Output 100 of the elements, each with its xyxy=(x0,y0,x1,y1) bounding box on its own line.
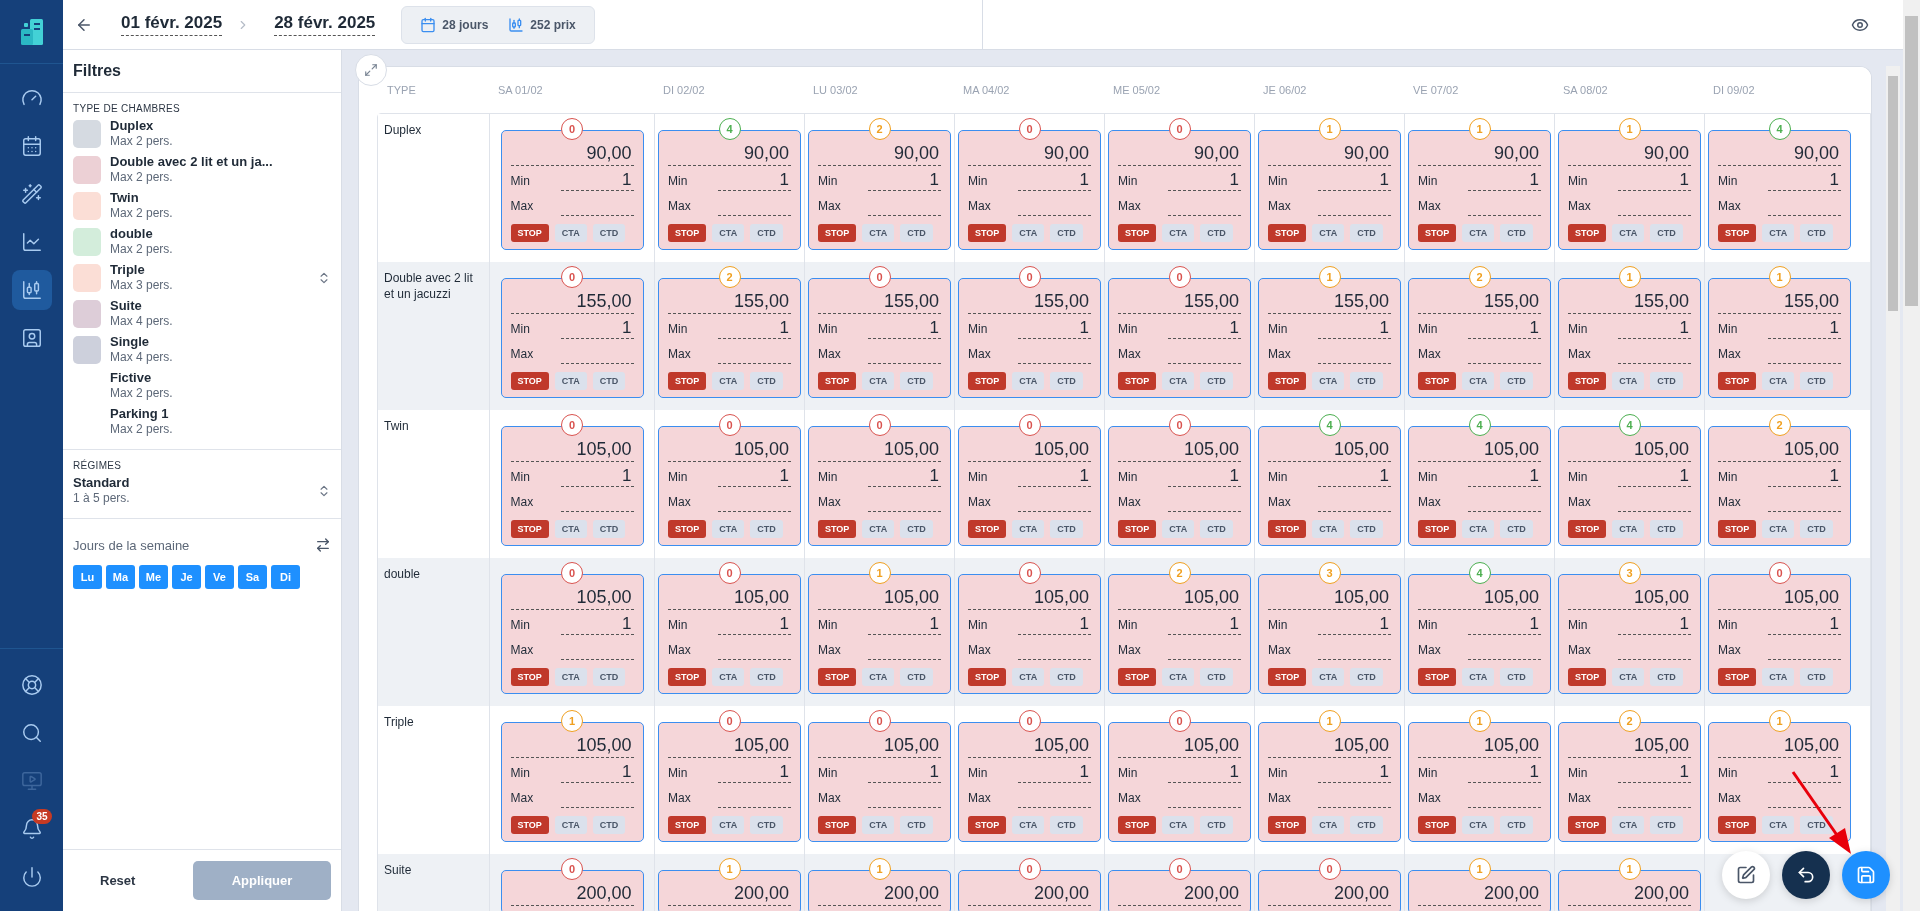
price-field[interactable]: 90,00 xyxy=(1118,143,1241,166)
price-field[interactable]: 105,00 xyxy=(1118,439,1241,462)
restriction-toggle[interactable]: CTA xyxy=(1012,668,1045,686)
restriction-toggle[interactable]: CTA xyxy=(1762,816,1795,834)
price-field[interactable]: 155,00 xyxy=(1268,291,1391,314)
price-field[interactable]: 105,00 xyxy=(1268,587,1391,610)
min-stay-field[interactable]: 1 xyxy=(1468,170,1541,191)
restriction-toggle[interactable]: CTD xyxy=(1050,816,1083,834)
regime-name[interactable]: Standard xyxy=(73,475,130,491)
min-stay-field[interactable]: 1 xyxy=(1468,614,1541,635)
min-stay-field[interactable]: 1 xyxy=(1468,466,1541,487)
restriction-toggle[interactable]: CTD xyxy=(1650,668,1683,686)
min-stay-field[interactable]: 1 xyxy=(718,614,791,635)
min-stay-field[interactable]: 1 xyxy=(1168,466,1241,487)
min-stay-field[interactable]: 1 xyxy=(1618,762,1691,783)
price-field[interactable]: 200,00 xyxy=(1118,883,1241,906)
restriction-toggle[interactable]: CTD xyxy=(1350,520,1383,538)
price-field[interactable]: 105,00 xyxy=(1268,439,1391,462)
restriction-toggle[interactable]: STOP xyxy=(1268,816,1307,834)
min-stay-field[interactable]: 1 xyxy=(1468,762,1541,783)
price-field[interactable]: 105,00 xyxy=(1118,587,1241,610)
restriction-toggle[interactable]: CTD xyxy=(1200,372,1233,390)
restriction-toggle[interactable]: CTA xyxy=(554,224,587,242)
price-field[interactable]: 90,00 xyxy=(1418,143,1541,166)
price-field[interactable]: 105,00 xyxy=(1718,587,1841,610)
min-stay-field[interactable]: 1 xyxy=(1318,170,1391,191)
price-field[interactable]: 90,00 xyxy=(968,143,1091,166)
restriction-toggle[interactable]: CTA xyxy=(554,668,587,686)
min-stay-field[interactable]: 1 xyxy=(1168,318,1241,339)
price-field[interactable]: 105,00 xyxy=(510,735,634,758)
restriction-toggle[interactable]: CTA xyxy=(862,816,895,834)
min-stay-field[interactable]: 1 xyxy=(718,466,791,487)
restriction-toggle[interactable]: CTD xyxy=(1050,224,1083,242)
price-field[interactable]: 105,00 xyxy=(1418,587,1541,610)
min-stay-field[interactable]: 1 xyxy=(560,466,634,487)
min-stay-field[interactable]: 1 xyxy=(718,318,791,339)
expand-button[interactable] xyxy=(355,54,387,86)
restriction-toggle[interactable]: CTD xyxy=(1650,816,1683,834)
price-field[interactable]: 155,00 xyxy=(818,291,941,314)
room-type-name[interactable]: Parking 1 xyxy=(110,406,173,422)
min-stay-field[interactable]: 1 xyxy=(1168,170,1241,191)
restriction-toggle[interactable]: STOP xyxy=(1268,224,1307,242)
restriction-toggle[interactable]: STOP xyxy=(1568,372,1607,390)
restriction-toggle[interactable]: CTD xyxy=(1800,224,1833,242)
restriction-toggle[interactable]: CTD xyxy=(1500,520,1533,538)
restriction-toggle[interactable]: CTA xyxy=(554,520,587,538)
restriction-toggle[interactable]: STOP xyxy=(1418,520,1457,538)
price-field[interactable]: 105,00 xyxy=(968,439,1091,462)
min-stay-field[interactable]: 1 xyxy=(1768,466,1841,487)
min-stay-field[interactable]: 1 xyxy=(868,318,941,339)
room-type-name[interactable]: Triple xyxy=(110,262,173,278)
restriction-toggle[interactable]: STOP xyxy=(510,520,549,538)
price-field[interactable]: 155,00 xyxy=(1418,291,1541,314)
restriction-toggle[interactable]: STOP xyxy=(668,668,707,686)
restriction-toggle[interactable]: CTD xyxy=(1050,520,1083,538)
min-stay-field[interactable]: 1 xyxy=(560,762,634,783)
restriction-toggle[interactable]: CTD xyxy=(1350,668,1383,686)
restriction-toggle[interactable]: STOP xyxy=(510,668,549,686)
restriction-toggle[interactable]: STOP xyxy=(1268,668,1307,686)
restriction-toggle[interactable]: STOP xyxy=(968,668,1007,686)
min-stay-field[interactable]: 1 xyxy=(1318,762,1391,783)
restriction-toggle[interactable]: CTA xyxy=(1162,224,1195,242)
restriction-toggle[interactable]: CTD xyxy=(1350,224,1383,242)
restriction-toggle[interactable]: CTA xyxy=(1312,372,1345,390)
price-field[interactable]: 200,00 xyxy=(668,883,791,906)
restriction-toggle[interactable]: CTA xyxy=(554,372,587,390)
min-stay-field[interactable]: 1 xyxy=(1318,318,1391,339)
restriction-toggle[interactable]: CTD xyxy=(1350,816,1383,834)
price-field[interactable]: 90,00 xyxy=(1718,143,1841,166)
restriction-toggle[interactable]: CTA xyxy=(1612,520,1645,538)
nav-item[interactable]: 35 xyxy=(11,809,52,849)
restriction-toggle[interactable]: CTD xyxy=(592,668,626,686)
restriction-toggle[interactable]: STOP xyxy=(818,372,857,390)
min-stay-field[interactable]: 1 xyxy=(1468,318,1541,339)
min-stay-field[interactable]: 1 xyxy=(1768,170,1841,191)
restriction-toggle[interactable]: CTD xyxy=(1050,668,1083,686)
restriction-toggle[interactable]: CTA xyxy=(712,224,745,242)
price-field[interactable]: 155,00 xyxy=(1118,291,1241,314)
restriction-toggle[interactable]: STOP xyxy=(968,372,1007,390)
restriction-toggle[interactable]: STOP xyxy=(510,372,549,390)
restriction-toggle[interactable]: CTA xyxy=(712,668,745,686)
min-stay-field[interactable]: 1 xyxy=(1018,762,1091,783)
room-type-name[interactable]: Single xyxy=(110,334,173,350)
room-type-name[interactable]: Fictive xyxy=(110,370,173,386)
restriction-toggle[interactable]: STOP xyxy=(818,668,857,686)
price-field[interactable]: 105,00 xyxy=(968,735,1091,758)
restriction-toggle[interactable]: CTD xyxy=(1650,372,1683,390)
end-date[interactable]: 28 févr. 2025 xyxy=(274,13,376,36)
price-field[interactable]: 155,00 xyxy=(1568,291,1691,314)
scrollbar[interactable] xyxy=(1903,0,1920,911)
min-stay-field[interactable]: 1 xyxy=(1018,318,1091,339)
restriction-toggle[interactable]: STOP xyxy=(1718,224,1757,242)
min-stay-field[interactable]: 1 xyxy=(718,762,791,783)
min-stay-field[interactable]: 1 xyxy=(1018,466,1091,487)
price-field[interactable]: 200,00 xyxy=(1568,883,1691,906)
restriction-toggle[interactable]: STOP xyxy=(968,520,1007,538)
restriction-toggle[interactable]: STOP xyxy=(968,224,1007,242)
min-stay-field[interactable]: 1 xyxy=(868,466,941,487)
restriction-toggle[interactable]: CTD xyxy=(592,372,626,390)
restriction-toggle[interactable]: CTD xyxy=(1050,372,1083,390)
